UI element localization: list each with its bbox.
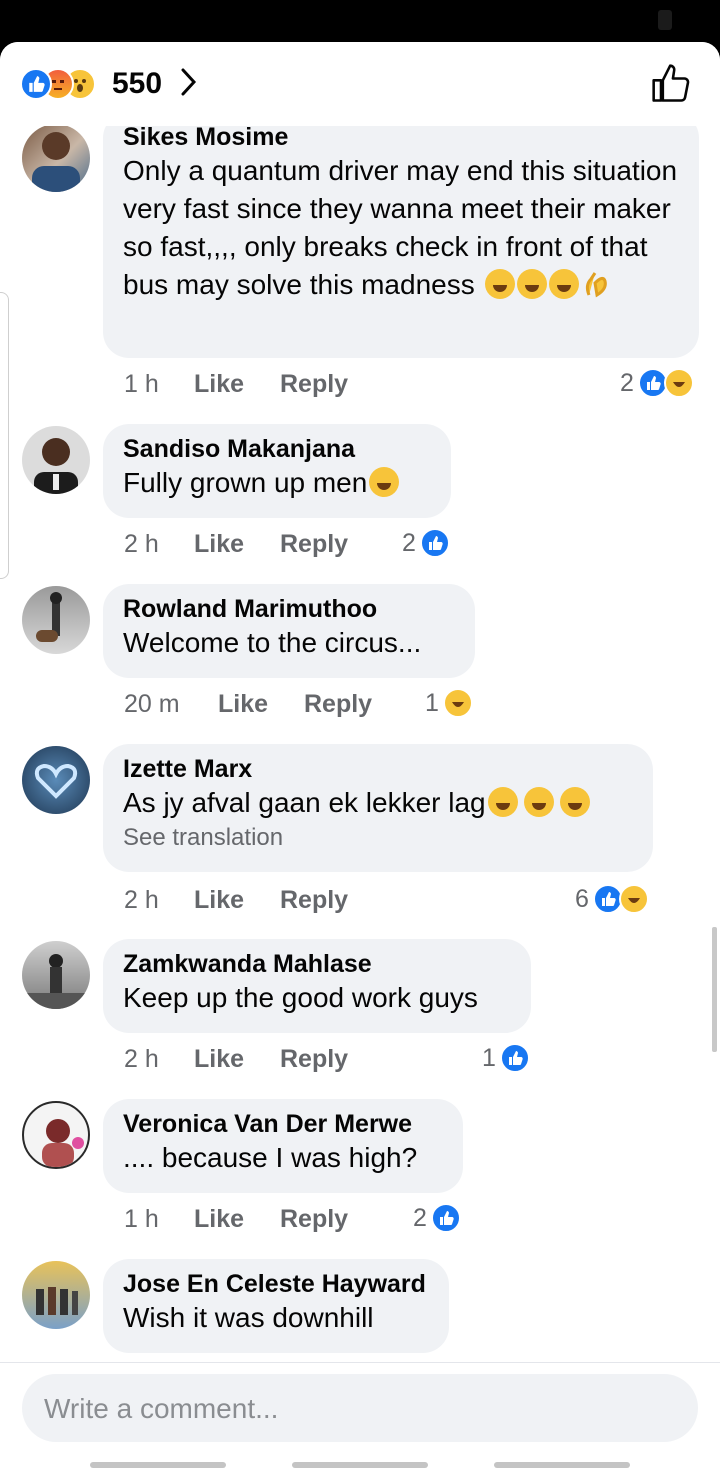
comment-input[interactable] xyxy=(22,1374,646,1444)
avatar[interactable] xyxy=(22,1261,90,1329)
comment-time[interactable]: 20 m xyxy=(124,690,218,719)
reaction-count: 2 xyxy=(402,528,416,557)
comments-sheet: Sikes Mosime Only a quantum driver may e… xyxy=(0,42,720,1480)
like-button[interactable]: Like xyxy=(194,886,280,915)
comment-text: Keep up the good work guys xyxy=(123,982,478,1013)
comment-bubble[interactable]: Rowland Marimuthoo Welcome to the circus… xyxy=(103,584,475,678)
comment-text: As jy afval gaan ek lekker lag xyxy=(123,784,633,822)
thumbs-up-icon[interactable] xyxy=(650,62,694,111)
reply-button[interactable]: Reply xyxy=(280,886,348,915)
reply-button[interactable]: Reply xyxy=(280,1045,348,1074)
like-button[interactable]: Like xyxy=(194,530,280,559)
comment-actions: 2 h Like Reply xyxy=(124,530,348,559)
like-button[interactable]: Like xyxy=(194,370,280,399)
avatar[interactable] xyxy=(22,941,90,1009)
chevron-right-icon[interactable] xyxy=(178,64,200,105)
reply-button[interactable]: Reply xyxy=(280,370,348,399)
comment-author[interactable]: Veronica Van Der Merwe xyxy=(123,1109,443,1139)
like-reaction-icon xyxy=(499,1043,530,1073)
like-reaction-icon xyxy=(419,528,450,558)
comment-reactions[interactable]: 2 xyxy=(413,1203,461,1233)
like-reaction-icon xyxy=(430,1203,461,1233)
like-reaction-icon xyxy=(20,68,52,100)
haha-reaction-icon xyxy=(618,884,649,914)
scrollbar[interactable] xyxy=(712,927,717,1052)
grin-emoji-icon xyxy=(523,787,554,817)
comment-time[interactable]: 1 h xyxy=(124,370,194,399)
comment-time[interactable]: 2 h xyxy=(124,1045,194,1074)
avatar[interactable] xyxy=(22,586,90,654)
comment-text: Fully grown up men xyxy=(123,464,431,502)
rofl-emoji-icon xyxy=(484,269,515,299)
reaction-count: 6 xyxy=(575,884,589,913)
comment-actions: 2 h Like Reply xyxy=(124,886,348,915)
avatar[interactable] xyxy=(22,1101,90,1169)
comment-text: Wish it was downhill xyxy=(123,1302,374,1333)
comment-author[interactable]: Jose En Celeste Hayward xyxy=(123,1269,429,1299)
ok-hand-emoji-icon xyxy=(581,269,611,299)
like-button[interactable]: Like xyxy=(218,690,304,719)
comment-composer[interactable] xyxy=(22,1374,698,1444)
comment-author[interactable]: Izette Marx xyxy=(123,754,633,784)
comment-reactions[interactable]: 2 xyxy=(402,528,450,558)
nav-recents-button[interactable] xyxy=(90,1462,226,1468)
comment-text-body: Fully grown up men xyxy=(123,467,368,498)
reaction-count: 2 xyxy=(413,1203,427,1232)
battery-icon xyxy=(658,10,672,30)
reply-button[interactable]: Reply xyxy=(304,690,372,719)
comment-reactions[interactable]: 1 xyxy=(425,688,473,718)
comment-author[interactable]: Sikes Mosime xyxy=(123,122,679,152)
nav-home-button[interactable] xyxy=(292,1462,428,1468)
comment-actions: 1 h Like Reply xyxy=(124,370,348,399)
comment-text-body: As jy afval gaan ek lekker lag xyxy=(123,787,486,818)
avatar[interactable] xyxy=(22,124,90,192)
comment-author[interactable]: Sandiso Makanjana xyxy=(123,434,431,464)
comment-bubble[interactable]: Zamkwanda Mahlase Keep up the good work … xyxy=(103,939,531,1033)
comment-bubble[interactable]: Jose En Celeste Hayward Wish it was down… xyxy=(103,1259,449,1353)
reaction-total[interactable]: 550 xyxy=(112,67,162,101)
comment-author[interactable]: Zamkwanda Mahlase xyxy=(123,949,511,979)
comment-time[interactable]: 2 h xyxy=(124,530,194,559)
haha-reaction-icon xyxy=(442,688,473,718)
reaction-summary[interactable] xyxy=(20,68,110,100)
like-button[interactable]: Like xyxy=(194,1045,280,1074)
see-translation-link[interactable]: See translation xyxy=(123,822,633,854)
comment-text: Only a quantum driver may end this situa… xyxy=(123,152,679,304)
avatar[interactable] xyxy=(22,426,90,494)
comment-actions: 20 m Like Reply xyxy=(124,690,372,719)
nav-back-button[interactable] xyxy=(494,1462,630,1468)
reactions-header: 550 xyxy=(0,42,720,126)
comment-bubble[interactable]: Sandiso Makanjana Fully grown up men xyxy=(103,424,451,518)
comment-reactions[interactable]: 2 xyxy=(620,368,694,398)
unamused-emoji-icon xyxy=(369,467,400,497)
comment-reactions[interactable]: 6 xyxy=(575,884,649,914)
comment-text: .... because I was high? xyxy=(123,1142,418,1173)
reply-button[interactable]: Reply xyxy=(280,1205,348,1234)
rofl-emoji-icon xyxy=(516,269,547,299)
comment-bubble[interactable]: Veronica Van Der Merwe .... because I wa… xyxy=(103,1099,463,1193)
like-button[interactable]: Like xyxy=(194,1205,280,1234)
comment-author[interactable]: Rowland Marimuthoo xyxy=(123,594,455,624)
comment-actions: 1 h Like Reply xyxy=(124,1205,348,1234)
avatar[interactable] xyxy=(22,746,90,814)
grin-emoji-icon xyxy=(559,787,590,817)
reaction-count: 1 xyxy=(425,688,439,717)
haha-reaction-icon xyxy=(663,368,694,398)
composer-divider xyxy=(0,1362,720,1363)
comment-reactions[interactable]: 1 xyxy=(482,1043,530,1073)
comment-bubble[interactable]: Sikes Mosime Only a quantum driver may e… xyxy=(103,112,699,358)
comment-actions: 2 h Like Reply xyxy=(124,1045,348,1074)
grin-emoji-icon xyxy=(487,787,518,817)
comment-time[interactable]: 1 h xyxy=(124,1205,194,1234)
grin-emoji-icon xyxy=(548,269,579,299)
comment-time[interactable]: 2 h xyxy=(124,886,194,915)
comment-bubble[interactable]: Izette Marx As jy afval gaan ek lekker l… xyxy=(103,744,653,872)
reaction-count: 2 xyxy=(620,368,634,397)
comment-text: Welcome to the circus... xyxy=(123,627,422,658)
reaction-count: 1 xyxy=(482,1043,496,1072)
side-panel-edge xyxy=(0,292,9,579)
reply-button[interactable]: Reply xyxy=(280,530,348,559)
